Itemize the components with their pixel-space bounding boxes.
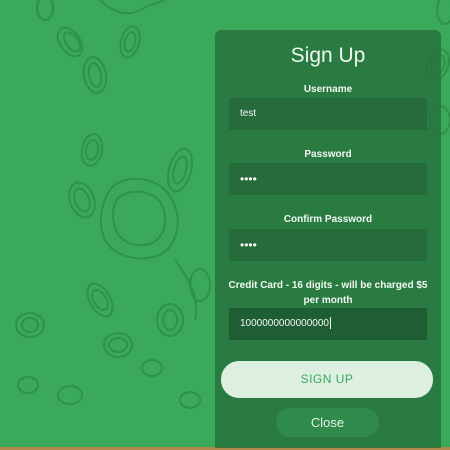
text-cursor xyxy=(329,317,331,330)
password-value: •••• xyxy=(240,172,257,186)
signup-panel: Sign Up Username test Password •••• Conf… xyxy=(215,30,441,448)
signup-button[interactable]: SIGN UP xyxy=(221,361,433,398)
password-label: Password xyxy=(304,149,352,160)
confirm-password-field[interactable]: •••• xyxy=(229,229,427,261)
credit-card-label: Credit Card - 16 digits - will be charge… xyxy=(228,280,428,306)
credit-card-field[interactable]: 1000000000000000 xyxy=(229,308,427,340)
confirm-password-label: Confirm Password xyxy=(283,214,373,225)
confirm-password-value: •••• xyxy=(240,238,257,252)
close-button[interactable]: Close xyxy=(276,408,379,437)
username-field[interactable]: test xyxy=(229,98,427,130)
username-value: test xyxy=(240,108,257,119)
form-title: Sign Up xyxy=(290,44,366,67)
password-field[interactable]: •••• xyxy=(229,163,427,195)
credit-card-value: 1000000000000000 xyxy=(240,318,329,329)
username-label: Username xyxy=(303,84,353,95)
page-background: Sign Up Username test Password •••• Conf… xyxy=(0,0,450,450)
